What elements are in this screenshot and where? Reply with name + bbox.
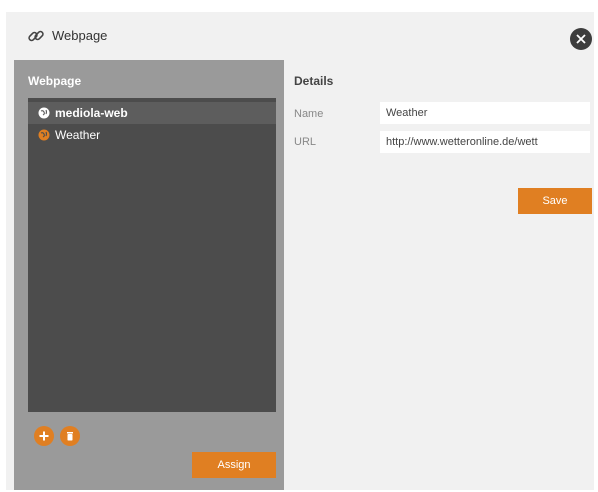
details-header: Details <box>294 74 334 88</box>
list-panel-header: Webpage <box>28 74 82 88</box>
list-item-weather[interactable]: Weather <box>28 124 276 146</box>
link-icon <box>26 26 46 46</box>
close-icon <box>576 34 586 44</box>
list-item-label: Weather <box>55 128 101 142</box>
webpage-dialog: Webpage Webpage mediola-web Weather Assi… <box>6 12 594 490</box>
name-input[interactable] <box>380 102 590 124</box>
url-label: URL <box>294 136 317 148</box>
url-input[interactable] <box>380 131 590 153</box>
save-button[interactable]: Save <box>518 188 592 214</box>
add-button[interactable] <box>34 426 54 446</box>
dialog-titlebar: Webpage <box>6 12 594 58</box>
webpage-list-panel: Webpage mediola-web Weather Assign <box>14 60 284 490</box>
trash-icon <box>67 432 73 441</box>
list-item-mediola-web[interactable]: mediola-web <box>28 102 276 124</box>
list-item-label: mediola-web <box>55 106 128 120</box>
globe-icon <box>38 129 50 141</box>
close-button[interactable] <box>570 28 592 50</box>
assign-button[interactable]: Assign <box>192 452 276 478</box>
add-icon <box>39 431 49 441</box>
name-label: Name <box>294 108 324 120</box>
webpage-list: mediola-web Weather <box>28 98 276 412</box>
globe-icon <box>38 107 50 119</box>
dialog-title: Webpage <box>52 28 108 43</box>
delete-button[interactable] <box>60 426 80 446</box>
